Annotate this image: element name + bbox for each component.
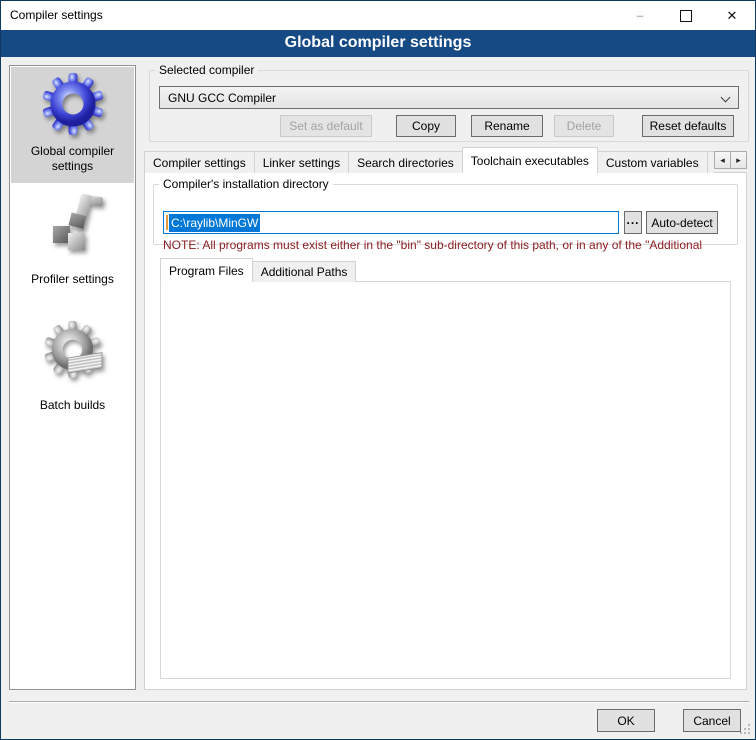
selected-compiler-value: GNU GCC Compiler	[168, 91, 276, 105]
compiler-settings-dialog: Compiler settings – ✕ Global compiler se…	[0, 0, 756, 740]
maximize-icon[interactable]	[663, 1, 709, 30]
selected-compiler-dropdown[interactable]: GNU GCC Compiler	[159, 86, 739, 109]
tab-additional-paths[interactable]: Additional Paths	[252, 261, 357, 282]
installation-directory-value: C:\raylib\MinGW	[169, 214, 260, 232]
rename-button[interactable]: Rename	[471, 115, 543, 137]
tab-search-directories[interactable]: Search directories	[348, 151, 463, 173]
installation-directory-group: Compiler's installation directory C:\ray…	[153, 177, 738, 245]
gear-stack-icon	[41, 320, 105, 384]
minimize-icon: –	[617, 1, 663, 30]
page-title: Global compiler settings	[1, 30, 755, 57]
tab-scroll-buttons: ◂ ▸	[714, 151, 746, 169]
close-icon[interactable]: ✕	[709, 1, 755, 30]
sidebar-item-label: Global compiler settings	[21, 144, 125, 174]
tab-scroll-right-icon[interactable]: ▸	[730, 151, 747, 169]
sidebar-item-label: Batch builds	[21, 398, 125, 413]
title-bar[interactable]: Compiler settings – ✕	[1, 1, 755, 30]
program-files-panel	[160, 281, 731, 679]
chevron-down-icon	[721, 93, 731, 103]
set-as-default-button: Set as default	[280, 115, 372, 137]
tab-build-options[interactable]: Build options	[707, 151, 714, 173]
maximize-box	[680, 10, 692, 22]
footer-divider	[9, 701, 749, 703]
delete-button: Delete	[554, 115, 614, 137]
window-controls: – ✕	[617, 1, 755, 30]
installation-directory-group-title: Compiler's installation directory	[159, 177, 333, 191]
sidebar-item-batch-builds[interactable]: Batch builds	[11, 318, 134, 413]
copy-button[interactable]: Copy	[396, 115, 456, 137]
text-caret	[166, 215, 168, 230]
reset-defaults-button[interactable]: Reset defaults	[642, 115, 734, 137]
ok-button[interactable]: OK	[597, 709, 655, 732]
sidebar-item-label: Profiler settings	[21, 272, 125, 287]
resize-grip[interactable]	[748, 732, 750, 734]
tab-toolchain-executables[interactable]: Toolchain executables	[462, 147, 598, 173]
window-title: Compiler settings	[10, 8, 103, 22]
bin-subdirectory-note: NOTE: All programs must exist either in …	[163, 238, 729, 252]
installation-directory-input[interactable]: C:\raylib\MinGW	[163, 211, 619, 234]
tab-program-files[interactable]: Program Files	[160, 258, 253, 282]
tab-linker-settings[interactable]: Linker settings	[254, 151, 349, 173]
cancel-button[interactable]: Cancel	[683, 709, 741, 732]
tab-scroll-left-icon[interactable]: ◂	[714, 151, 731, 169]
compiler-tab-strip: Compiler settings Linker settings Search…	[144, 147, 714, 173]
program-files-tab-strip: Program Files Additional Paths	[160, 258, 355, 282]
gear-blue-icon	[41, 72, 105, 136]
sidebar-item-global-compiler-settings[interactable]: Global compiler settings	[11, 67, 134, 183]
tab-custom-variables[interactable]: Custom variables	[597, 151, 708, 173]
browse-directory-button[interactable]: ...	[624, 211, 642, 234]
sidebar-item-profiler-settings[interactable]: Profiler settings	[11, 188, 134, 287]
tab-compiler-settings[interactable]: Compiler settings	[144, 151, 255, 173]
auto-detect-button[interactable]: Auto-detect	[646, 211, 718, 234]
settings-category-list: Global compiler settings Profiler se	[9, 65, 136, 690]
selected-compiler-group-title: Selected compiler	[155, 63, 258, 77]
caliper-icon	[41, 192, 105, 256]
